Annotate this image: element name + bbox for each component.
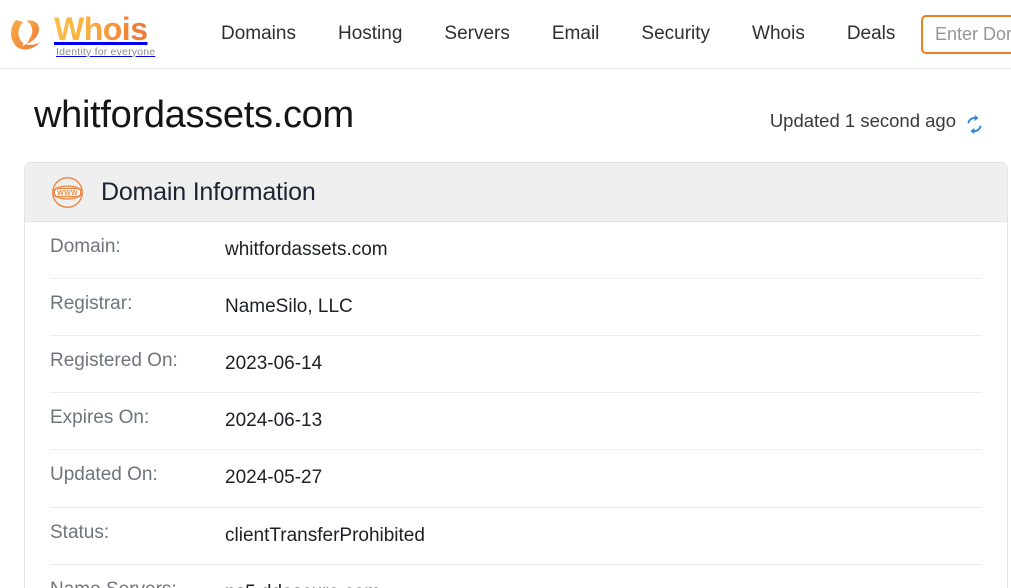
www-globe-icon: WWW (50, 175, 85, 210)
row-label-status: Status: (50, 521, 110, 543)
row-value-status: clientTransferProhibited (225, 522, 425, 550)
page-title-row: whitfordassets.com Updated 1 second ago (0, 94, 1011, 143)
domain-search-container (921, 15, 1011, 54)
row-label-expires-on: Expires On: (50, 407, 150, 429)
card-title: Domain Information (101, 177, 316, 206)
row-value-expires-on: 2024-06-13 (225, 407, 322, 435)
value-line: NameSilo, LLC (225, 296, 353, 318)
value-line: ns5.ddoscure.com (225, 579, 380, 588)
table-row: Registrar: NameSilo, LLC (50, 279, 982, 337)
nav-link-email[interactable]: Email (531, 17, 621, 51)
refresh-icon[interactable] (964, 114, 985, 135)
row-label-registrar: Registrar: (50, 293, 133, 315)
row-label-updated-on: Updated On: (50, 464, 158, 486)
last-updated-group: Updated 1 second ago (769, 110, 985, 135)
table-row: Updated On: 2024-05-27 (50, 450, 982, 508)
value-line: 2024-05-27 (225, 467, 323, 489)
brand-logo-link[interactable]: Whois Identity for everyone (8, 11, 178, 58)
domain-information-card: WWW Domain Information Domain: whitforda… (24, 162, 1008, 588)
row-label-name-servers: Name Servers: (50, 579, 225, 588)
domain-information-card-header: WWW Domain Information (25, 163, 1007, 222)
page-title: whitfordassets.com (34, 94, 354, 136)
value-line: clientTransferProhibited (225, 524, 425, 546)
svg-text:WWW: WWW (57, 190, 78, 197)
value-line: 2023-06-14 (225, 353, 323, 375)
row-value-domain: whitfordassets.com (225, 236, 388, 264)
brand-tagline: Identity for everyone (56, 45, 156, 58)
table-row: Name Servers: ns5.ddoscure.com ns6.ddosc… (50, 565, 982, 588)
domain-search-input[interactable] (921, 15, 1011, 54)
nav-link-security[interactable]: Security (620, 17, 731, 51)
nav-link-whois[interactable]: Whois (731, 17, 826, 51)
row-value-updated-on: 2024-05-27 (225, 464, 322, 492)
nav-link-hosting[interactable]: Hosting (317, 17, 423, 51)
value-line: 2024-06-13 (225, 410, 323, 432)
row-value-registrar: NameSilo, LLC (225, 293, 353, 321)
domain-information-list: Domain: whitfordassets.com Registrar: Na… (25, 222, 1007, 588)
value-line: whitfordassets.com (225, 239, 388, 260)
whois-swoosh-logo-icon (8, 13, 50, 53)
table-row: Registered On: 2023-06-14 (50, 336, 982, 394)
last-updated-text: Updated 1 second ago (769, 110, 956, 131)
primary-nav: Domains Hosting Servers Email Security W… (200, 17, 916, 51)
table-row: Domain: whitfordassets.com (50, 222, 982, 280)
nav-link-deals[interactable]: Deals (826, 17, 917, 51)
table-row: Expires On: 2024-06-13 (50, 393, 982, 451)
row-label-registered-on: Registered On: (50, 350, 178, 372)
top-navigation-bar: Whois Identity for everyone Domains Host… (0, 0, 1011, 69)
brand-wordmark: Whois (54, 13, 155, 45)
table-row: Status: clientTransferProhibited (50, 508, 982, 565)
row-value-registered-on: 2023-06-14 (225, 350, 322, 378)
nav-link-domains[interactable]: Domains (200, 17, 317, 51)
row-value-name-servers: ns5.ddoscure.com ns6.ddoscure.com (225, 579, 380, 588)
nav-link-servers[interactable]: Servers (423, 17, 530, 51)
row-label-domain: Domain: (50, 236, 121, 257)
